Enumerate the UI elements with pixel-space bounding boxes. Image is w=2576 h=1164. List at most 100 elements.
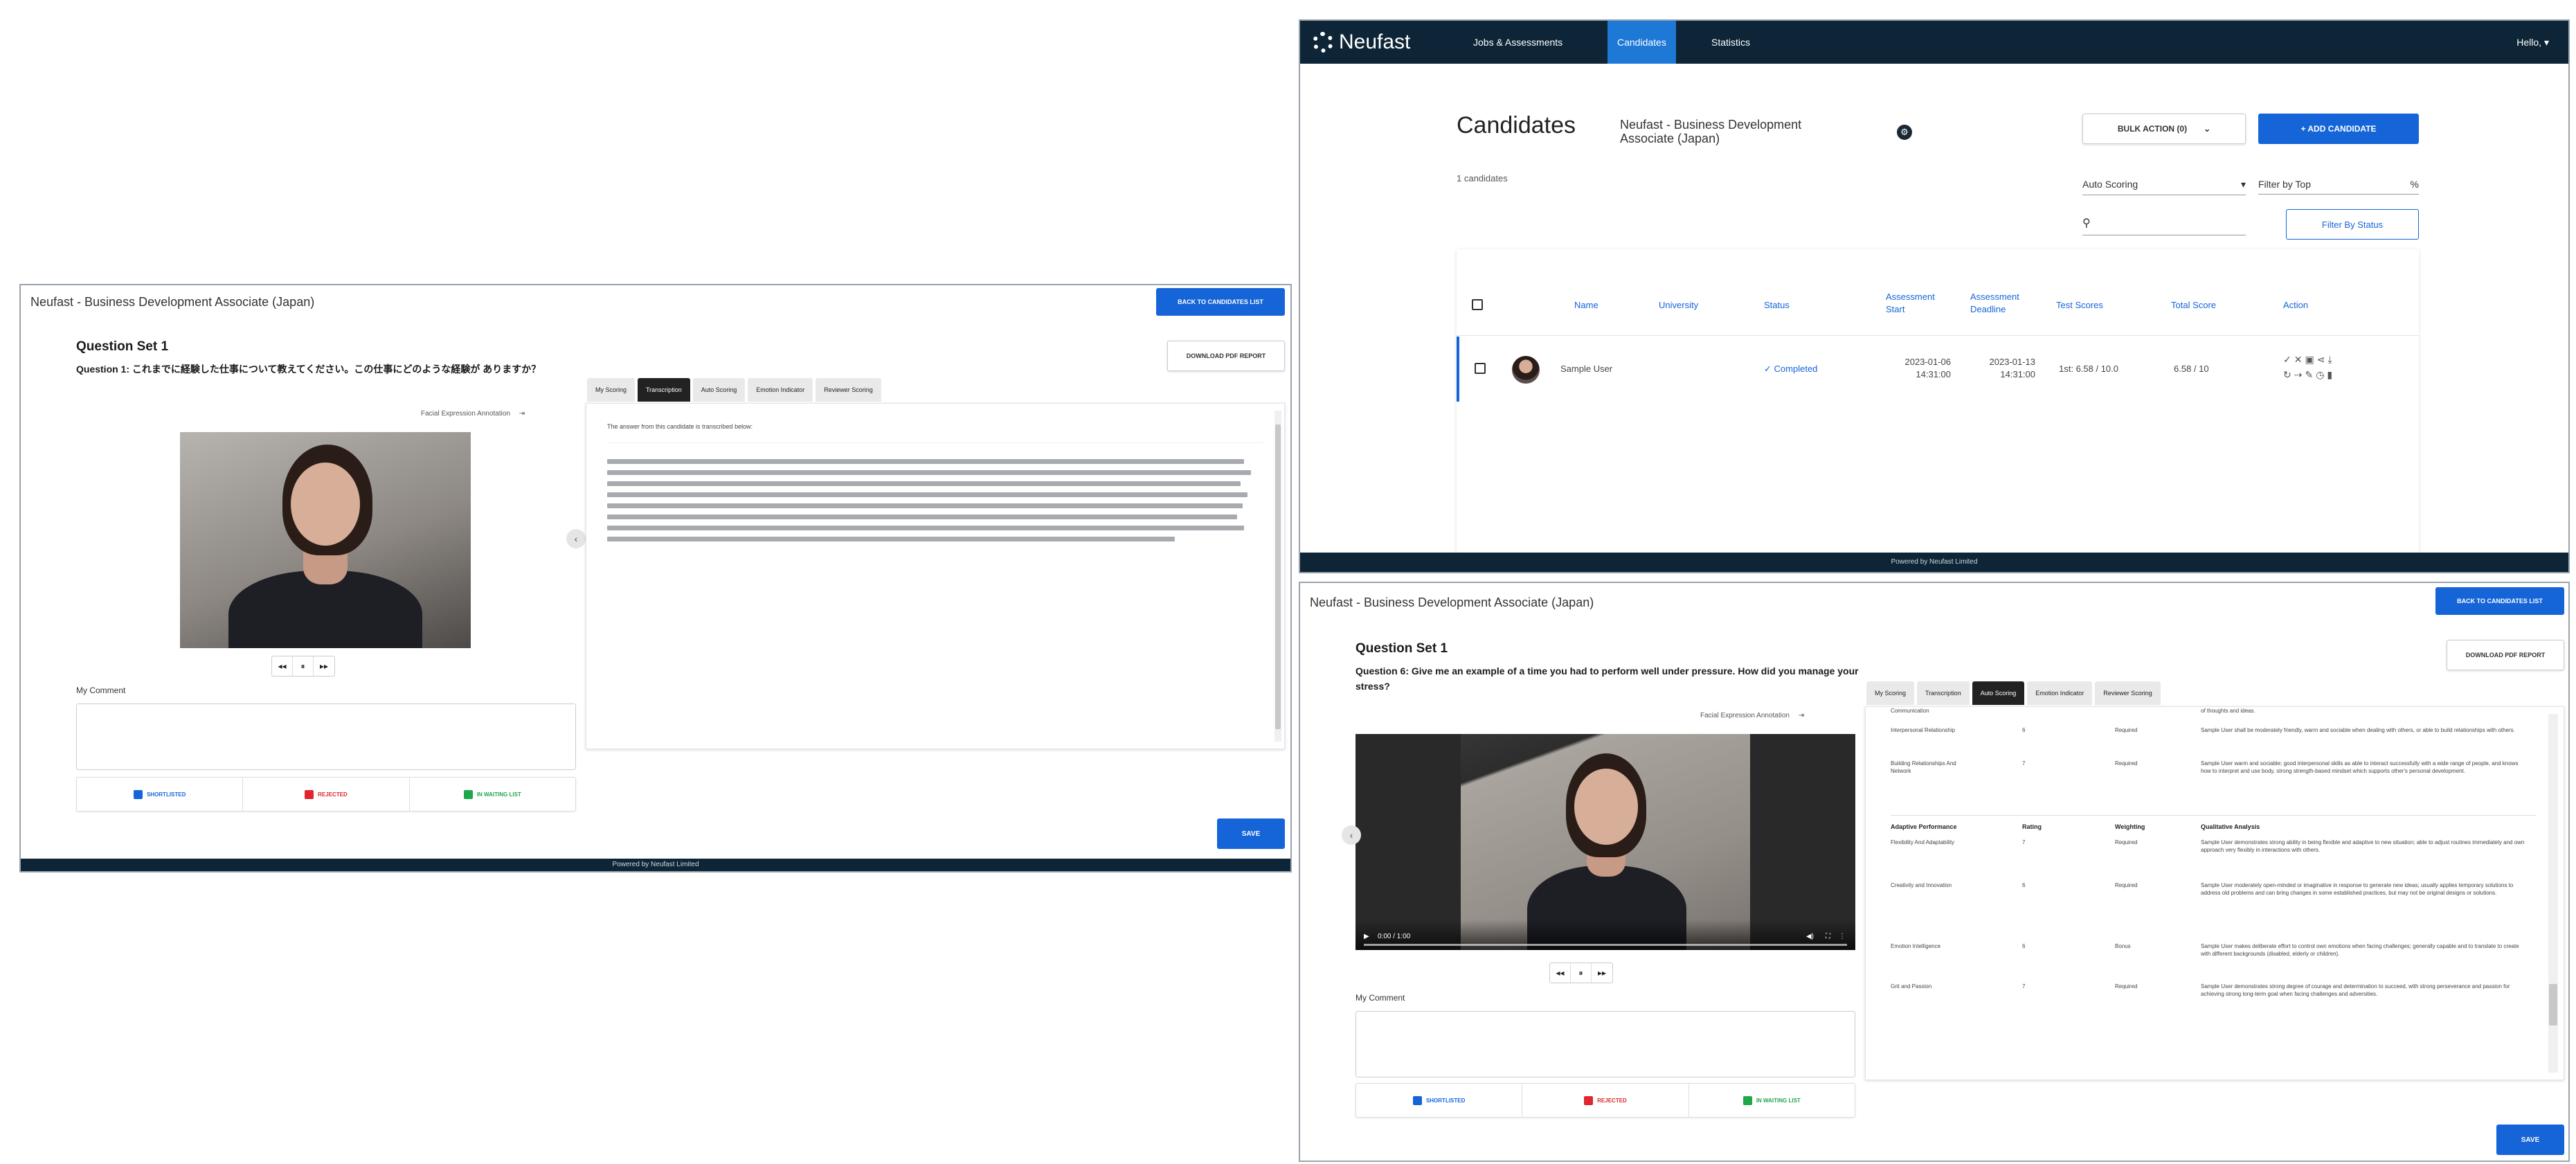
nav-jobs-assessments[interactable]: Jobs & Assessments — [1463, 21, 1572, 64]
volume-icon[interactable]: ◀) — [1806, 933, 1814, 940]
tab-my-scoring[interactable]: My Scoring — [1866, 681, 1915, 705]
search-input[interactable]: ⚲ — [2082, 216, 2246, 235]
tab-my-scoring[interactable]: My Scoring — [587, 378, 636, 402]
back-to-candidates-button[interactable]: BACK TO CANDIDATES LIST — [1156, 288, 1285, 316]
forward-icon[interactable]: ⇢ — [2294, 369, 2305, 380]
logo-text: Neufast — [1339, 30, 1411, 53]
download-pdf-button[interactable]: DOWNLOAD PDF REPORT — [2447, 640, 2564, 670]
transcription-panel: The answer from this candidate is transc… — [586, 403, 1285, 749]
user-menu[interactable]: Hello, ▾ — [2507, 21, 2559, 64]
candidate-video[interactable]: ▶ 0:00 / 1:00 ◀) ⛶ ⋮ — [1355, 734, 1855, 950]
video-controls: ◂◂ ⏸ ▸▸ — [1549, 962, 1613, 983]
candidate-name[interactable]: Sample User — [1560, 363, 1612, 375]
filter-by-top-select[interactable]: Filter by Top % — [2258, 179, 2419, 195]
accept-icon[interactable]: ✓ — [2283, 354, 2294, 365]
forward-icon[interactable]: ▸▸ — [314, 656, 334, 676]
row-checkbox[interactable] — [1475, 363, 1486, 374]
shortlisted-button[interactable]: SHORTLISTED — [1356, 1084, 1523, 1117]
job-info-icon[interactable]: ⚙ — [1897, 125, 1912, 140]
competency-name: Emotion Intelligence — [1891, 943, 1941, 949]
save-button[interactable]: SAVE — [2496, 1125, 2564, 1155]
header-status[interactable]: Status — [1764, 299, 1790, 312]
nav-candidates[interactable]: Candidates — [1607, 21, 1676, 64]
tab-auto-scoring[interactable]: Auto Scoring — [1972, 681, 2025, 705]
scroll-thumb[interactable] — [1275, 424, 1281, 729]
candidate-video[interactable] — [180, 432, 471, 648]
tab-transcription[interactable]: Transcription — [1917, 681, 1970, 705]
header-test-scores[interactable]: Test Scores — [2056, 299, 2103, 312]
toggle-arrow-icon[interactable]: ⇥ — [1799, 712, 1804, 719]
edit-icon[interactable]: ✎ — [2305, 369, 2316, 380]
avatar[interactable] — [1512, 356, 1540, 384]
table-row[interactable]: Sample User ✓ Completed 2023-01-06 14:31… — [1457, 337, 2419, 402]
competency-name: Communication — [1891, 708, 1929, 714]
caret-down-icon: ▾ — [2240, 179, 2246, 190]
rewind-icon[interactable]: ◂◂ — [272, 656, 293, 676]
waiting-list-button[interactable]: IN WAITING LIST — [410, 778, 575, 811]
previous-question-arrow-icon[interactable]: ‹ — [566, 529, 586, 548]
shortlisted-label: SHORTLISTED — [146, 791, 186, 798]
add-candidate-button[interactable]: + ADD CANDIDATE — [2258, 114, 2419, 144]
section-divider — [1891, 815, 2536, 816]
thumbs-up-icon — [1412, 1095, 1422, 1105]
waiting-list-button[interactable]: IN WAITING LIST — [1689, 1084, 1855, 1117]
competency-name: Interpersonal Relationship — [1891, 727, 1955, 733]
auto-scoring-select[interactable]: Auto Scoring ▾ — [2082, 179, 2246, 195]
download-icon[interactable]: ⤓ — [2327, 354, 2334, 365]
rejected-button[interactable]: REJECTED — [1522, 1084, 1689, 1117]
rating-value: 6 — [2022, 882, 2026, 888]
reject-icon[interactable]: ✕ — [2294, 354, 2305, 365]
nav-statistics[interactable]: Statistics — [1702, 21, 1760, 64]
neufast-logo[interactable]: Neufast — [1313, 30, 1410, 54]
toggle-arrow-icon[interactable]: ⇥ — [519, 410, 525, 418]
shortlisted-button[interactable]: SHORTLISTED — [77, 778, 244, 811]
rating-value: 7 — [2022, 760, 2026, 767]
transcription-scrollbar[interactable] — [1275, 411, 1281, 742]
qualitative-analysis: Sample User moderately open-minded or im… — [2201, 882, 2514, 896]
header-assessment-deadline[interactable]: Assessment Deadline — [1970, 291, 2033, 316]
play-pause-icon[interactable]: ⏸ — [1571, 963, 1592, 983]
download-pdf-button[interactable]: DOWNLOAD PDF REPORT — [1167, 341, 1285, 371]
header-name[interactable]: Name — [1574, 299, 1598, 312]
tab-reviewer-scoring[interactable]: Reviewer Scoring — [2095, 681, 2161, 705]
select-all-checkbox[interactable] — [1472, 299, 1483, 310]
footer: Powered by Neufast Limited — [21, 859, 1290, 871]
auto-scoring-scrollbar[interactable] — [2548, 714, 2558, 1073]
fullscreen-icon[interactable]: ⛶ — [1826, 933, 1830, 940]
tab-reviewer-scoring[interactable]: Reviewer Scoring — [816, 378, 881, 402]
back-to-candidates-button[interactable]: BACK TO CANDIDATES LIST — [2435, 587, 2564, 615]
bulk-action-dropdown[interactable]: BULK ACTION (0) ⌄ — [2082, 114, 2246, 144]
video-progress-track[interactable] — [1364, 944, 1847, 946]
competency-name: Flexibility And Adaptability — [1891, 839, 1955, 845]
save-button[interactable]: SAVE — [1217, 818, 1285, 849]
job-title: Neufast - Business Development Associate… — [1620, 118, 1802, 145]
header-university[interactable]: University — [1659, 299, 1698, 312]
my-comment-input[interactable] — [1355, 1011, 1855, 1077]
chevron-down-icon: ⌄ — [2204, 124, 2211, 134]
rejected-button[interactable]: REJECTED — [243, 778, 410, 811]
my-comment-input[interactable] — [76, 704, 576, 770]
forward-icon[interactable]: ▸▸ — [1592, 963, 1612, 983]
header-assessment-start[interactable]: Assessment Start — [1886, 291, 1948, 316]
scroll-thumb[interactable] — [2549, 984, 2557, 1026]
clock-icon[interactable]: ◷ — [2316, 369, 2327, 380]
tab-auto-scoring[interactable]: Auto Scoring — [692, 378, 746, 402]
history-icon[interactable]: ↻ — [2283, 369, 2294, 380]
rewind-icon[interactable]: ◂◂ — [1550, 963, 1571, 983]
header-total-score[interactable]: Total Score — [2171, 299, 2216, 312]
share-icon[interactable]: ⋖ — [2317, 354, 2328, 365]
video-time: 0:00 / 1:00 — [1378, 933, 1411, 940]
play-icon[interactable]: ▶ — [1364, 933, 1369, 940]
previous-question-arrow-icon[interactable]: ‹ — [1342, 825, 1361, 845]
view-icon[interactable]: ▣ — [2305, 354, 2316, 365]
tab-emotion-indicator[interactable]: Emotion Indicator — [2027, 681, 2093, 705]
filter-by-status-button[interactable]: Filter By Status — [2286, 209, 2419, 240]
tab-emotion-indicator[interactable]: Emotion Indicator — [748, 378, 813, 402]
video-letterbox-right — [1750, 734, 1855, 950]
tab-transcription[interactable]: Transcription — [638, 378, 690, 402]
rating-value: 6 — [2022, 943, 2026, 949]
play-pause-icon[interactable]: ⏸ — [293, 656, 314, 676]
more-options-icon[interactable]: ⋮ — [1839, 933, 1846, 940]
weighting-value: Required — [2115, 760, 2138, 767]
delete-icon[interactable]: ▮ — [2327, 369, 2335, 380]
